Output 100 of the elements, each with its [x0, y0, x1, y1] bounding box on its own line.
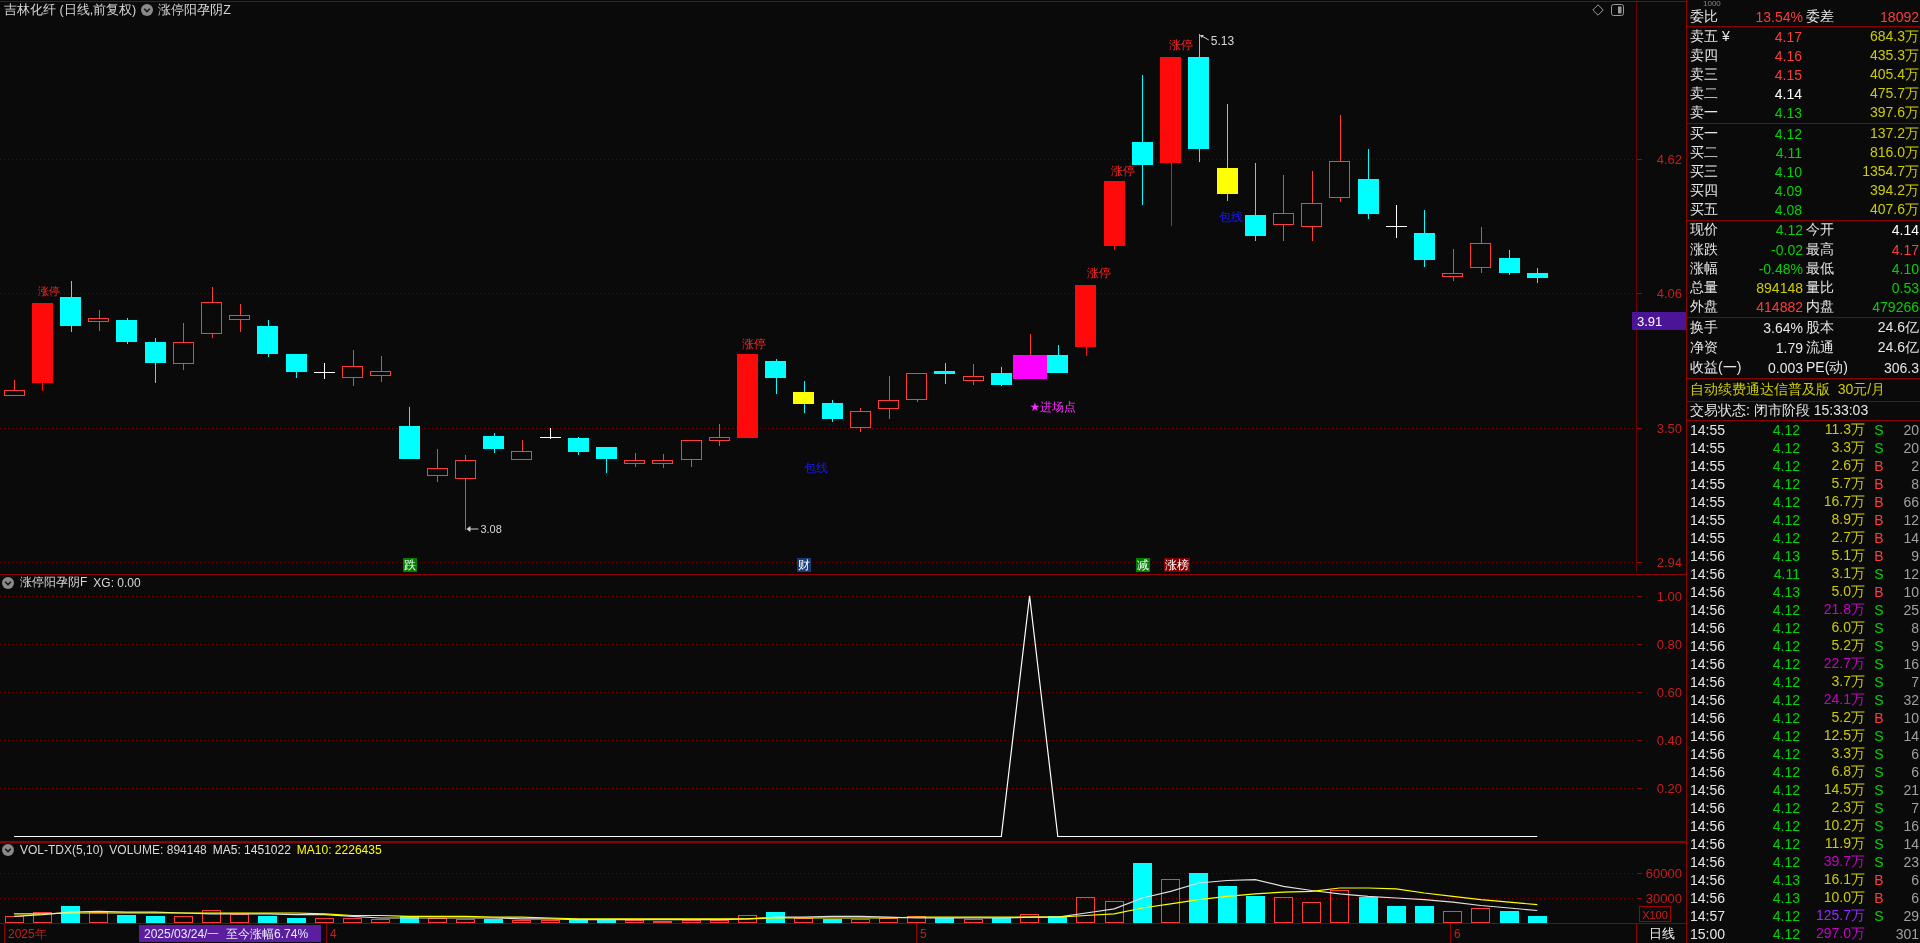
tick-time: 14:56 — [1690, 835, 1727, 852]
quote-label: 量比 — [1806, 279, 1834, 298]
date-label: 2025年 — [8, 926, 47, 941]
tick-volume: 5.7万 — [1830, 474, 1865, 493]
axis-label: 2.94 — [1656, 554, 1682, 570]
tick-time: 14:56 — [1690, 799, 1727, 816]
diamond-icon[interactable] — [1592, 4, 1604, 16]
candle — [427, 448, 448, 483]
tick-price: 4.12 — [1771, 763, 1800, 780]
series-value: : 2226435 — [328, 843, 382, 857]
quote-label: 流通 — [1806, 338, 1834, 357]
candle — [568, 436, 589, 456]
quote-label: 现价 — [1690, 221, 1718, 240]
chevron-down-icon[interactable] — [2, 576, 14, 589]
order-volume: 435.3万 — [1868, 46, 1919, 65]
tick-time: 15:00 — [1690, 925, 1727, 942]
tick-time: 14:56 — [1690, 583, 1727, 600]
chevron-down-icon[interactable] — [141, 4, 154, 16]
quote-value: 24.6亿 — [1877, 318, 1919, 337]
quote-value: 0.53 — [1891, 280, 1919, 297]
tick-volume: 10.2万 — [1822, 816, 1865, 835]
quote-value: 24.6亿 — [1877, 338, 1919, 357]
quote-label: 内盘 — [1806, 298, 1834, 317]
tick-volume: 16.1万 — [1822, 870, 1865, 889]
tick-price: 4.12 — [1771, 727, 1800, 744]
candle — [906, 373, 927, 403]
tick-price: 4.12 — [1771, 637, 1800, 654]
candle — [1414, 209, 1435, 268]
quote-value: 3.64% — [1763, 319, 1803, 336]
tick-volume: 5.2万 — [1830, 636, 1865, 655]
quote-label: 收益(一) — [1690, 358, 1742, 377]
date-label: 6 — [1454, 926, 1461, 941]
signal-label: 涨停 — [742, 337, 766, 351]
candle — [116, 317, 137, 345]
quote-label: 涨幅 — [1690, 259, 1718, 278]
signal-label: ★进场点 — [1029, 400, 1077, 414]
tick-volume: 3.7万 — [1830, 672, 1865, 691]
tick-price: 4.12 — [1771, 511, 1800, 528]
candle — [173, 322, 194, 371]
candle — [370, 355, 391, 383]
tick-price: 4.12 — [1771, 853, 1800, 870]
candle — [1104, 181, 1125, 251]
tick-side: B — [1873, 709, 1885, 726]
candle — [1358, 148, 1379, 220]
tick-volume: 24.1万 — [1822, 690, 1865, 709]
quote-value: -0.48% — [1758, 260, 1803, 277]
promo-link[interactable]: 自动续费通达信普及版 30元/月 — [1690, 380, 1886, 399]
tick-side: B — [1873, 547, 1885, 564]
tick-volume: 39.7万 — [1822, 852, 1865, 871]
tick-count: 32 — [1902, 691, 1919, 708]
candle — [1301, 170, 1322, 242]
tick-price: 4.12 — [1771, 817, 1800, 834]
order-volume: 137.2万 — [1868, 124, 1919, 143]
candle — [822, 399, 843, 423]
indicator-value: VOLUME: 894148 — [109, 843, 207, 857]
tick-count: 14 — [1902, 835, 1919, 852]
event-tag: 减 — [1136, 558, 1150, 572]
tick-price: 4.12 — [1771, 475, 1800, 492]
tick-count: 301 — [1894, 925, 1919, 942]
tick-price: 4.12 — [1771, 835, 1800, 852]
tick-volume: 5.1万 — [1830, 546, 1865, 565]
order-volume: 816.0万 — [1868, 143, 1919, 162]
formula-name[interactable]: 涨停阳孕阴Z — [158, 1, 231, 19]
indicator-value: XG: 0.00 — [93, 575, 141, 590]
tick-count: 6 — [1910, 889, 1919, 906]
tick-time: 14:57 — [1690, 907, 1727, 924]
tick-side: B — [1873, 871, 1885, 888]
quote-value: 1.79 — [1775, 339, 1803, 356]
tick-volume: 11.9万 — [1823, 834, 1865, 853]
order-level: 卖四 — [1690, 46, 1719, 65]
order-level: 卖三 — [1690, 65, 1719, 84]
tick-count: 21 — [1902, 781, 1919, 798]
tick-side: S — [1873, 835, 1885, 852]
tick-side: B — [1873, 583, 1885, 600]
tick-count: 23 — [1902, 853, 1919, 870]
quote-label: 股本 — [1806, 318, 1834, 337]
tick-count: 6 — [1910, 745, 1919, 762]
tick-count: 14 — [1902, 727, 1919, 744]
quote-label: 涨跌 — [1690, 240, 1718, 259]
sidebar-toggle-icon[interactable] — [1611, 4, 1624, 16]
tick-time: 14:56 — [1690, 619, 1727, 636]
order-volume: 394.2万 — [1868, 182, 1919, 201]
tick-volume: 297.0万 — [1814, 924, 1865, 943]
date-tag: 2025/03/24/一 至今涨幅6.74% — [139, 925, 321, 942]
tick-price: 4.12 — [1771, 529, 1800, 546]
order-volume: 475.7万 — [1868, 85, 1919, 104]
chevron-down-icon[interactable] — [2, 844, 14, 856]
tick-volume: 6.8万 — [1830, 762, 1865, 781]
tick-count: 7 — [1910, 799, 1919, 816]
tick-volume: 2.3万 — [1830, 798, 1865, 817]
unit-label: X100 — [1639, 906, 1671, 922]
order-volume: 397.6万 — [1868, 104, 1919, 123]
signal-label: 涨停 — [1169, 38, 1193, 52]
tick-side: S — [1873, 565, 1885, 582]
tick-price: 4.12 — [1771, 457, 1800, 474]
candle — [652, 453, 673, 469]
candle — [342, 349, 363, 387]
order-level: 买五 — [1690, 201, 1719, 220]
tick-count: 16 — [1902, 655, 1919, 672]
candle — [1273, 174, 1294, 242]
